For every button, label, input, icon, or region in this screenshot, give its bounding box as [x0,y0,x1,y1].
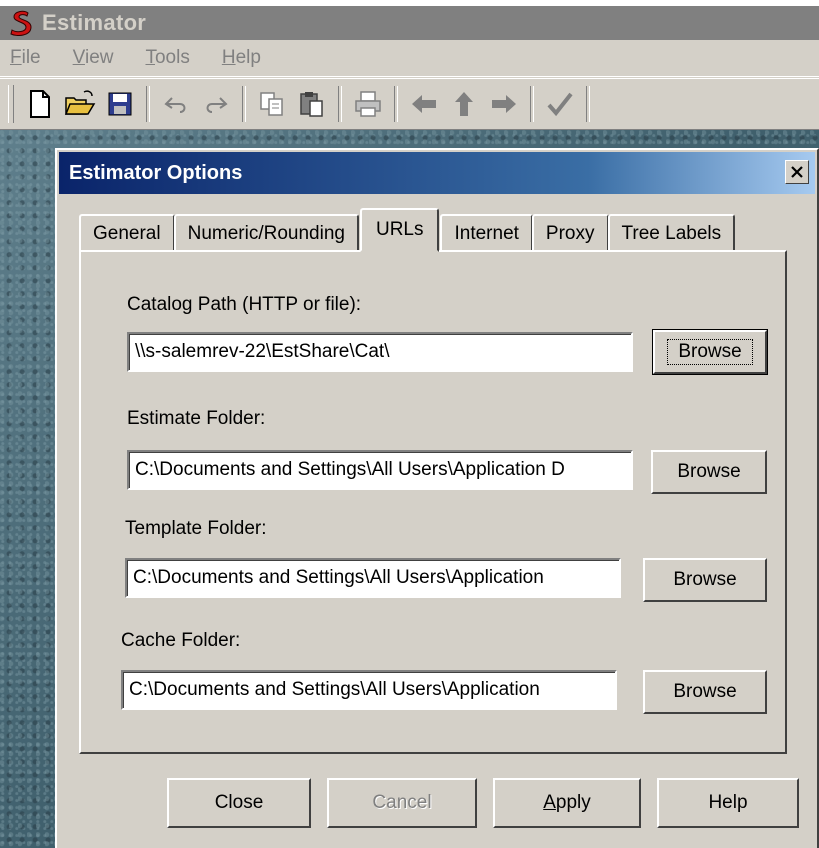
template-folder-label: Template Folder: [125,518,267,539]
menu-help[interactable]: Help [218,45,265,71]
toolbar-separator [338,86,342,122]
tab-urls[interactable]: URLs [359,208,440,252]
menu-view[interactable]: View [69,45,118,71]
toolbar-separator [586,86,590,122]
tab-internet[interactable]: Internet [440,214,533,252]
catalog-path-label: Catalog Path (HTTP or file): [127,294,362,315]
paste-icon[interactable] [294,84,330,124]
app-titlebar: Estimator [0,6,819,40]
arrow-up-icon[interactable] [446,84,482,124]
estimate-folder-input[interactable] [127,450,633,490]
estimator-options-dialog: Estimator Options General Numeric/Roundi… [55,148,819,848]
check-icon[interactable] [542,84,578,124]
estimate-folder-label: Estimate Folder: [127,408,266,429]
options-tabs: General Numeric/Rounding URLs Internet P… [79,208,736,252]
toolbar-separator [242,86,246,122]
menubar: File View Tools Help [0,40,819,77]
dialog-titlebar[interactable]: Estimator Options [59,152,815,194]
close-button[interactable]: Close [167,778,311,828]
catalog-path-input[interactable] [127,332,633,372]
apply-button[interactable]: Apply [493,778,641,828]
toolbar-separator [146,86,150,122]
arrow-left-icon[interactable] [406,84,442,124]
cancel-button[interactable]: Cancel [327,778,477,828]
close-icon[interactable] [785,160,809,184]
redo-icon[interactable] [198,84,234,124]
estimate-browse-button[interactable]: Browse [651,450,767,494]
urls-tab-panel: Catalog Path (HTTP or file): Browse Esti… [79,250,787,754]
help-button[interactable]: Help [657,778,799,828]
copy-icon[interactable] [254,84,290,124]
toolbar-separator [394,86,398,122]
tab-numeric-rounding[interactable]: Numeric/Rounding [173,214,359,252]
dialog-title: Estimator Options [69,161,243,184]
toolbar [0,78,819,130]
save-icon[interactable] [102,84,138,124]
template-folder-input[interactable] [125,558,621,598]
new-file-icon[interactable] [22,84,58,124]
s-logo-icon [8,10,34,36]
open-folder-icon[interactable] [62,84,98,124]
menu-file[interactable]: File [6,45,45,71]
cache-folder-input[interactable] [121,670,617,710]
arrow-right-icon[interactable] [486,84,522,124]
cache-folder-label: Cache Folder: [121,630,241,651]
tab-general[interactable]: General [79,214,175,252]
toolbar-separator [530,86,534,122]
toolbar-grip[interactable] [8,85,14,123]
print-icon[interactable] [350,84,386,124]
tab-proxy[interactable]: Proxy [531,214,609,252]
cache-browse-button[interactable]: Browse [643,670,767,714]
estimator-app-window: Estimator File View Tools Help Estimator… [0,0,819,848]
catalog-browse-button[interactable]: Browse [652,329,768,375]
undo-icon[interactable] [158,84,194,124]
app-title: Estimator [42,10,147,35]
menu-tools[interactable]: Tools [141,45,193,71]
tab-tree-labels[interactable]: Tree Labels [607,214,736,252]
template-browse-button[interactable]: Browse [643,558,767,602]
